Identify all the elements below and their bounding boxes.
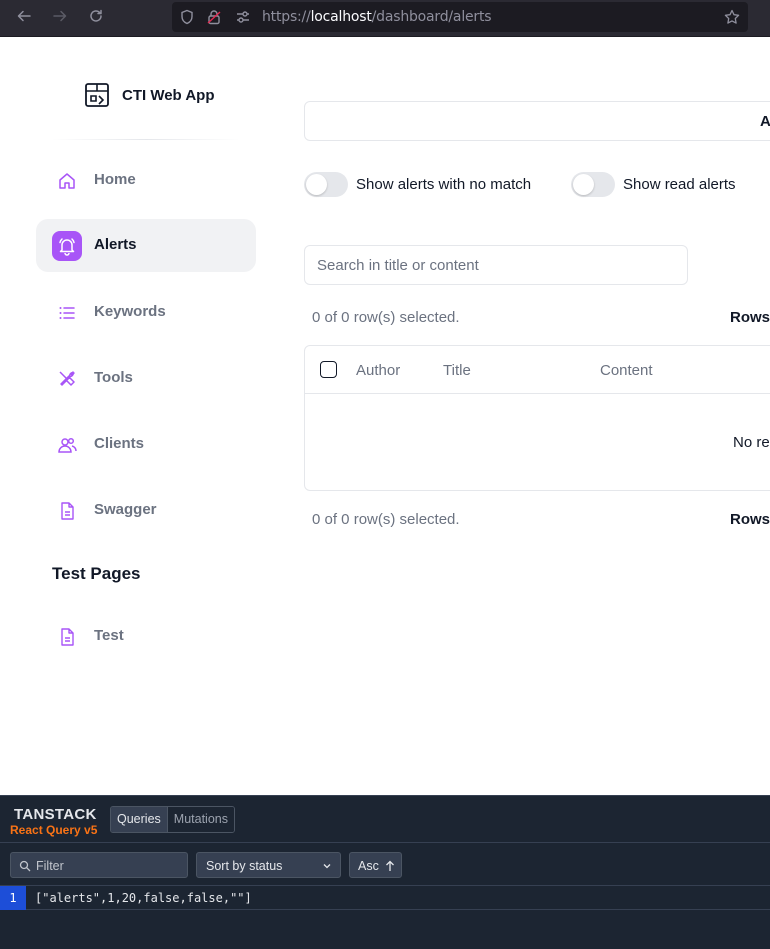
devtools-order-button[interactable]: Asc (349, 852, 402, 878)
browser-toolbar: https://localhost/dashboard/alerts (0, 0, 770, 37)
sidebar-item-label: Alerts (94, 236, 137, 253)
sidebar-item-label: Home (94, 171, 136, 188)
query-devtools-panel: TANSTACK React Query v5 Queries Mutation… (0, 795, 770, 949)
sort-label: Sort by status (206, 859, 283, 873)
toggle-no-match[interactable]: Show alerts with no match (304, 172, 531, 197)
arrow-up-icon (386, 860, 394, 871)
toggle-switch[interactable] (304, 172, 348, 197)
devtools-brand-sub: React Query v5 (10, 823, 98, 837)
permissions-icon[interactable] (234, 8, 252, 26)
search-icon (19, 860, 31, 872)
devtools-header: TANSTACK React Query v5 Queries Mutation… (0, 796, 770, 843)
reload-icon (90, 9, 102, 22)
sidebar-item-tools[interactable]: Tools (36, 352, 256, 405)
tab-queries[interactable]: Queries (111, 807, 168, 832)
star-icon[interactable] (723, 8, 741, 26)
arrow-left-icon (17, 10, 31, 22)
filter-placeholder: Filter (36, 859, 64, 873)
back-button[interactable] (12, 5, 36, 27)
top-card-text: A (760, 113, 770, 130)
url-text: https://localhost/dashboard/alerts (262, 9, 492, 25)
users-icon (52, 430, 82, 460)
sidebar-item-label: Tools (94, 369, 133, 386)
sidebar-item-alerts[interactable]: Alerts (36, 219, 256, 272)
sidebar-item-clients[interactable]: Clients (36, 418, 256, 471)
url-bar[interactable]: https://localhost/dashboard/alerts (172, 2, 748, 32)
shield-icon (178, 8, 196, 26)
select-all-checkbox[interactable] (320, 361, 337, 378)
column-header-title[interactable]: Title (443, 362, 471, 379)
app-logo[interactable]: CTI Web App (84, 82, 215, 108)
tools-icon (52, 364, 82, 394)
arrow-right-icon (53, 10, 67, 22)
sidebar-item-swagger[interactable]: Swagger (36, 484, 256, 537)
toggle-switch[interactable] (571, 172, 615, 197)
rows-per-page-label: Rows (730, 309, 770, 326)
search-input[interactable] (304, 245, 688, 285)
app-name: CTI Web App (122, 86, 215, 104)
sidebar-item-label: Keywords (94, 303, 166, 320)
toggle-label: Show alerts with no match (356, 176, 532, 193)
devtools-tabs: Queries Mutations (110, 806, 235, 833)
sidebar-item-keywords[interactable]: Keywords (36, 286, 256, 339)
sidebar-item-home[interactable]: Home (36, 154, 256, 207)
empty-state-text: No res (733, 434, 770, 451)
lock-icon (205, 8, 223, 26)
sidebar-item-label: Test (94, 627, 124, 644)
table-header: Author Title Content (305, 346, 770, 394)
rows-per-page-label: Rows (730, 511, 770, 528)
file-icon (52, 496, 82, 526)
reload-button[interactable] (84, 5, 108, 27)
toggle-label: Show read alerts (623, 176, 736, 193)
column-header-content[interactable]: Content (600, 362, 653, 379)
devtools-brand: TANSTACK (14, 806, 97, 823)
sidebar-item-label: Swagger (94, 501, 157, 518)
section-title: Test Pages (52, 564, 141, 583)
order-label: Asc (358, 859, 379, 873)
alerts-table: Author Title Content No res (304, 345, 770, 491)
bell-icon (52, 231, 82, 261)
toggle-read-alerts[interactable]: Show read alerts (571, 172, 736, 197)
column-header-author[interactable]: Author (356, 362, 400, 379)
file-icon (52, 622, 82, 652)
sidebar-item-label: Clients (94, 435, 145, 452)
devtools-filter-input[interactable]: Filter (10, 852, 188, 878)
list-icon (52, 298, 82, 328)
query-row[interactable]: 1 ["alerts",1,20,false,false,""] (0, 885, 770, 910)
sidebar-item-test[interactable]: Test (36, 610, 256, 663)
home-icon (52, 166, 82, 196)
devtools-sort-select[interactable]: Sort by status (196, 852, 341, 878)
tab-mutations[interactable]: Mutations (167, 807, 234, 832)
forward-button[interactable] (48, 5, 72, 27)
chevron-down-icon (323, 864, 331, 869)
logo-icon (85, 83, 109, 107)
query-observer-count: 1 (0, 886, 26, 910)
selection-info: 0 of 0 row(s) selected. (312, 309, 460, 326)
selection-info: 0 of 0 row(s) selected. (312, 511, 460, 528)
top-card: A (304, 101, 770, 141)
divider (52, 139, 240, 140)
query-key: ["alerts",1,20,false,false,""] (35, 891, 252, 905)
